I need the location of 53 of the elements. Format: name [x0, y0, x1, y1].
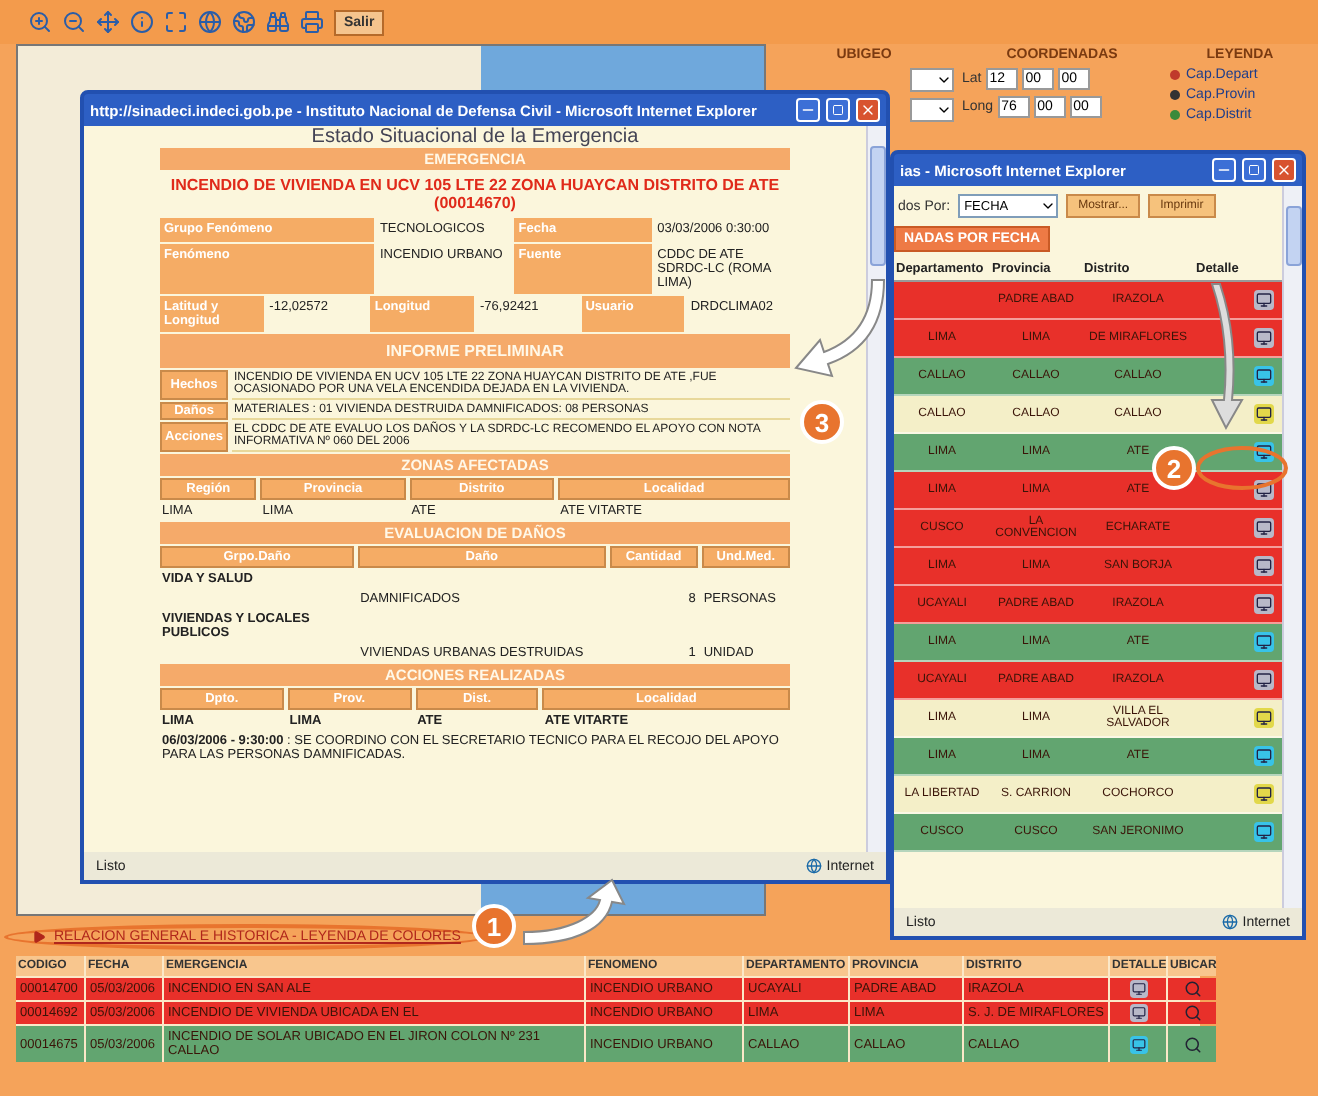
- emergency-title: INCENDIO DE VIVIENDA EN UCV 105 LTE 22 ZONA HUAYCAN DISTRITO DE ATE (00014670): [168, 174, 782, 216]
- monitor-icon[interactable]: [1254, 594, 1274, 614]
- search-icon[interactable]: [1183, 1004, 1201, 1022]
- monitor-icon[interactable]: [1254, 328, 1274, 348]
- close-icon: [860, 102, 876, 118]
- chevron-down-icon: [1040, 198, 1057, 214]
- maximize-icon: [832, 104, 844, 116]
- globe-icon[interactable]: [232, 10, 256, 34]
- monitor-icon[interactable]: [1129, 1004, 1147, 1022]
- minimize-button[interactable]: [796, 98, 820, 122]
- monitor-icon[interactable]: [1254, 518, 1274, 538]
- scrollbar[interactable]: [866, 126, 886, 852]
- play-icon: [32, 929, 46, 943]
- monitor-icon[interactable]: [1129, 980, 1147, 998]
- monitor-icon[interactable]: [1254, 366, 1274, 386]
- minimize-button[interactable]: [1212, 158, 1236, 182]
- maximize-button[interactable]: [1242, 158, 1266, 182]
- section-heading: INFORME PRELIMINAR: [160, 334, 790, 368]
- monitor-icon[interactable]: [1254, 746, 1274, 766]
- search-icon[interactable]: [1183, 980, 1201, 998]
- dropdown-field[interactable]: [910, 98, 954, 122]
- binoculars-icon[interactable]: [266, 10, 290, 34]
- globe-icon[interactable]: [198, 10, 222, 34]
- step-badge: 1: [472, 904, 516, 948]
- curved-arrow: [523, 879, 625, 945]
- monitor-icon[interactable]: [1254, 290, 1274, 310]
- page-heading: Estado Situacional de la Emergencia: [311, 126, 639, 148]
- monitor-icon[interactable]: [1254, 784, 1274, 804]
- monitor-icon[interactable]: [1254, 632, 1274, 652]
- maximize-icon: [1248, 164, 1260, 176]
- info-icon[interactable]: [130, 10, 154, 34]
- monitor-icon[interactable]: [1129, 1035, 1147, 1053]
- monitor-icon[interactable]: [1254, 670, 1274, 690]
- maximize-button[interactable]: [826, 98, 850, 122]
- expand-icon[interactable]: [164, 10, 188, 34]
- close-button[interactable]: [1272, 158, 1296, 182]
- dropdown-field[interactable]: [910, 68, 954, 92]
- search-icon[interactable]: [1183, 1035, 1201, 1053]
- move-icon[interactable]: [96, 10, 120, 34]
- zoom-out-icon[interactable]: [62, 10, 86, 34]
- globe-icon: [806, 858, 823, 874]
- monitor-icon[interactable]: [1254, 708, 1274, 728]
- close-button[interactable]: [856, 98, 880, 122]
- scrollbar[interactable]: [1282, 186, 1302, 908]
- globe-icon: [1222, 914, 1239, 930]
- monitor-icon[interactable]: [1254, 822, 1274, 842]
- curved-arrow: [795, 279, 885, 377]
- monitor-icon[interactable]: [1254, 404, 1274, 424]
- monitor-icon[interactable]: [1254, 556, 1274, 576]
- close-icon: [1276, 162, 1292, 178]
- highlight-ring: [1196, 446, 1288, 490]
- zoom-in-icon[interactable]: [28, 10, 52, 34]
- printer-icon[interactable]: [300, 10, 324, 34]
